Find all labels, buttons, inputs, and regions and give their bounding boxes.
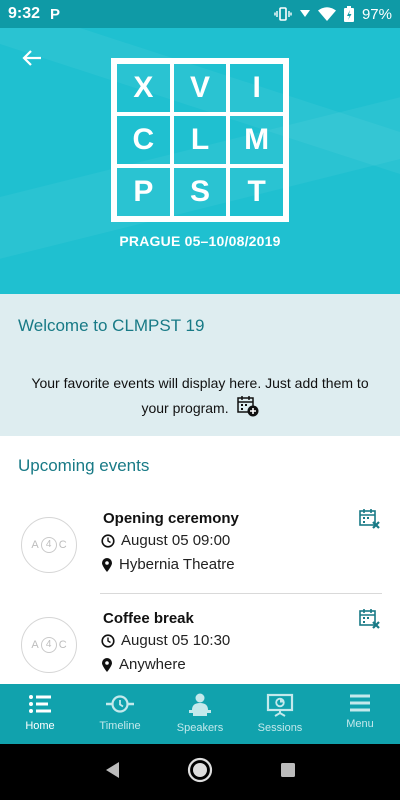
nav-sessions[interactable]: Sessions (240, 684, 320, 744)
nav-home[interactable]: Home (0, 684, 80, 744)
nav-speakers-label: Speakers (176, 722, 224, 734)
system-recents-button[interactable] (280, 762, 296, 783)
nav-menu-label: Menu (346, 718, 374, 730)
system-back-button[interactable] (104, 761, 120, 784)
calendar-remove-icon (359, 509, 380, 529)
vibrate-icon (274, 6, 292, 22)
nav-speakers[interactable]: Speakers (160, 684, 240, 744)
speaker-icon (189, 693, 211, 716)
arrow-left-icon (22, 50, 41, 66)
dropdown-arrow-icon (299, 10, 310, 18)
triangle-back-icon (105, 761, 119, 778)
back-button[interactable] (18, 44, 46, 72)
conference-logo: X V I C L M P S T (111, 58, 289, 222)
battery-icon (343, 6, 354, 22)
nav-timeline[interactable]: Timeline (80, 684, 160, 744)
nav-timeline-label: Timeline (99, 720, 141, 732)
remove-from-program-button[interactable] (358, 507, 382, 531)
system-navigation-bar (0, 744, 400, 800)
welcome-title: Welcome to CLMPST 19 (18, 316, 205, 335)
event-name: Coffee break (103, 610, 194, 627)
list-divider (100, 593, 382, 594)
welcome-message-block: Your favorite events will display here. … (22, 372, 378, 424)
welcome-message: Your favorite events will display here. … (31, 375, 369, 416)
location-pin-icon (102, 557, 112, 572)
remove-from-program-button[interactable] (358, 607, 382, 631)
event-name: Opening ceremony (103, 510, 239, 527)
system-home-button[interactable] (187, 757, 213, 788)
status-time: 9:32 (8, 5, 41, 22)
event-item[interactable]: A4C Opening ceremony August 05 09:00 Hyb… (0, 497, 400, 593)
logo-letter: M (228, 114, 285, 166)
circle-home-icon (187, 757, 213, 782)
logo-letter: P (115, 166, 172, 218)
status-bar: 9:32 P 97% (0, 0, 400, 28)
battery-percent: 97% (361, 5, 392, 23)
event-datetime: August 05 10:30 (121, 632, 231, 649)
upcoming-events-title: Upcoming events (18, 456, 150, 475)
square-recents-icon (281, 762, 296, 777)
bottom-navigation: Home Timeline Speakers Sessions Menu (0, 684, 400, 744)
nav-sessions-label: Sessions (257, 722, 303, 734)
presentation-icon (266, 693, 294, 717)
logo-letter: L (171, 114, 229, 166)
location-pin-icon (102, 657, 112, 672)
event-location-row: Hybernia Theatre (101, 556, 235, 573)
hamburger-icon (350, 694, 370, 712)
timeline-icon (106, 695, 134, 713)
event-time-row: August 05 10:30 (101, 632, 230, 649)
calendar-add-icon (236, 395, 259, 424)
event-time-row: August 05 09:00 (101, 532, 230, 549)
logo-letter: T (228, 166, 285, 218)
event-logo-avatar: A4C (21, 617, 77, 673)
nav-home-label: Home (25, 720, 55, 732)
calendar-remove-icon (359, 609, 380, 629)
list-icon (29, 695, 51, 713)
wifi-icon (317, 7, 336, 21)
parking-app-icon: P (50, 5, 61, 23)
event-logo-avatar: A4C (21, 517, 77, 573)
logo-letter: V (171, 62, 229, 114)
event-item[interactable]: A4C Coffee break August 05 10:30 Anywher… (0, 597, 400, 693)
logo-letter: C (115, 114, 172, 166)
clock-icon (101, 633, 115, 648)
event-location: Hybernia Theatre (119, 556, 235, 573)
hero-banner: X V I C L M P S T PRAGUE 05–10/08/2019 (0, 28, 400, 294)
nav-menu[interactable]: Menu (320, 684, 400, 744)
event-location-row: Anywhere (101, 656, 186, 673)
logo-letter: S (171, 166, 229, 218)
event-datetime: August 05 09:00 (121, 532, 231, 549)
event-location: Anywhere (119, 656, 186, 673)
logo-letter: X (115, 62, 172, 114)
logo-letter: I (228, 62, 285, 114)
welcome-panel: Welcome to CLMPST 19 Your favorite event… (0, 294, 400, 436)
conference-dates: PRAGUE 05–10/08/2019 (119, 233, 281, 249)
clock-icon (101, 533, 115, 548)
